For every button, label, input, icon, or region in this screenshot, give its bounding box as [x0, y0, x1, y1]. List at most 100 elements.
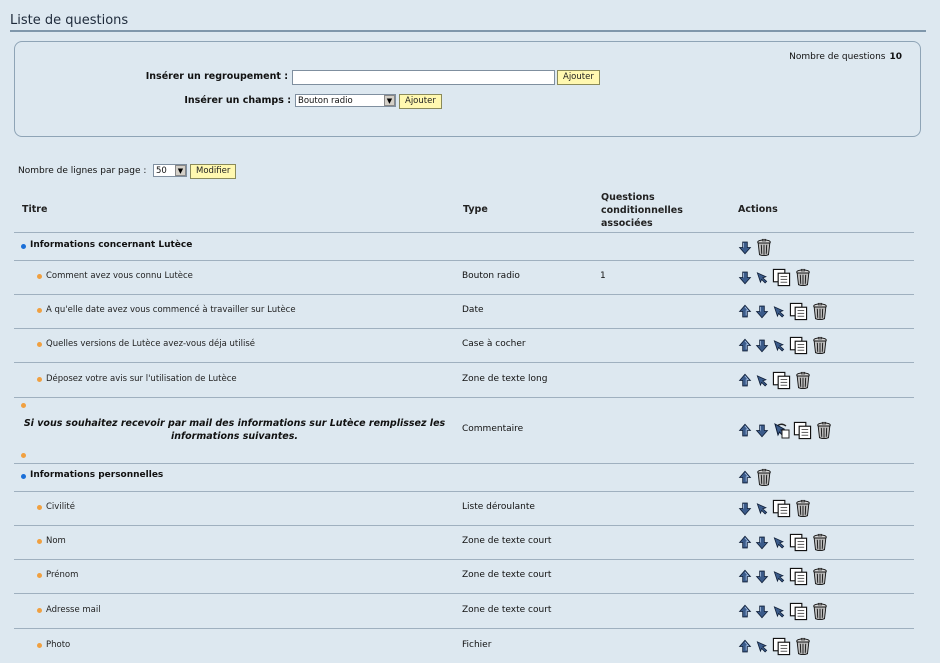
row-actions	[738, 498, 812, 518]
move-cursor-icon[interactable]	[772, 569, 786, 584]
item-bullet-icon	[37, 342, 42, 347]
move-out-icon[interactable]	[772, 421, 790, 439]
arrow-down-icon[interactable]	[755, 604, 769, 619]
group-bullet-icon	[21, 244, 26, 249]
copy-icon[interactable]	[772, 499, 791, 518]
arrow-up-icon[interactable]	[738, 639, 752, 654]
row-actions	[738, 370, 812, 390]
question-count: Nombre de questions 10	[789, 52, 902, 62]
title-divider	[10, 30, 926, 32]
copy-icon[interactable]	[789, 602, 808, 621]
copy-icon[interactable]	[789, 336, 808, 355]
question-row: Nom Zone de texte court	[0, 525, 940, 559]
trash-icon[interactable]	[794, 499, 812, 518]
trash-icon[interactable]	[811, 336, 829, 355]
page-title: Liste de questions	[10, 13, 129, 28]
chevron-down-icon[interactable]: ▼	[384, 95, 395, 106]
lines-per-page-value: 50	[156, 166, 167, 176]
question-title[interactable]: Nom	[46, 536, 66, 546]
arrow-down-icon[interactable]	[738, 501, 752, 516]
add-field-button[interactable]: Ajouter	[399, 94, 442, 109]
trash-icon[interactable]	[755, 238, 773, 257]
question-title[interactable]: Quelles versions de Lutèce avez-vous déj…	[46, 339, 255, 349]
arrow-down-icon[interactable]	[755, 338, 769, 353]
question-row: Adresse mail Zone de texte court	[0, 593, 940, 628]
question-type: Commentaire	[462, 424, 524, 434]
copy-icon[interactable]	[772, 268, 791, 287]
header-actions: Actions	[738, 204, 778, 215]
question-type: Zone de texte court	[462, 570, 552, 580]
move-cursor-icon[interactable]	[772, 338, 786, 353]
insert-group-input[interactable]	[292, 70, 555, 85]
modify-button[interactable]: Modifier	[190, 164, 237, 179]
question-type: Liste déroulante	[462, 502, 535, 512]
question-title[interactable]: Civilité	[46, 502, 75, 512]
move-cursor-icon[interactable]	[755, 501, 769, 516]
trash-icon[interactable]	[794, 268, 812, 287]
trash-icon[interactable]	[794, 637, 812, 656]
arrow-down-icon[interactable]	[755, 304, 769, 319]
row-actions	[738, 301, 829, 321]
copy-icon[interactable]	[789, 533, 808, 552]
question-row: Civilité Liste déroulante	[0, 491, 940, 525]
arrow-down-icon[interactable]	[755, 535, 769, 550]
copy-icon[interactable]	[772, 371, 791, 390]
question-type: Fichier	[462, 640, 492, 650]
arrow-up-icon[interactable]	[738, 423, 752, 438]
row-actions	[738, 267, 812, 287]
insert-field-label: Insérer un champs :	[184, 95, 291, 106]
add-group-button[interactable]: Ajouter	[557, 70, 600, 85]
arrow-up-icon[interactable]	[738, 470, 752, 485]
move-cursor-icon[interactable]	[772, 604, 786, 619]
arrow-down-icon[interactable]	[755, 423, 769, 438]
question-title[interactable]: Déposez votre avis sur l'utilisation de …	[46, 374, 237, 384]
row-actions	[738, 532, 829, 552]
question-title[interactable]: A qu'elle date avez vous commencé à trav…	[46, 305, 296, 315]
row-actions	[738, 636, 812, 656]
group-row: Informations personnelles	[0, 463, 940, 491]
field-type-select[interactable]: Bouton radio ▼	[295, 94, 396, 107]
group-title: Informations personnelles	[30, 470, 164, 480]
question-type: Date	[462, 305, 484, 315]
group-title: Informations concernant Lutèce	[30, 240, 193, 250]
trash-icon[interactable]	[815, 421, 833, 440]
chevron-down-icon[interactable]: ▼	[175, 165, 186, 176]
conditional-count: 1	[600, 271, 606, 281]
arrow-up-icon[interactable]	[738, 338, 752, 353]
arrow-up-icon[interactable]	[738, 304, 752, 319]
move-cursor-icon[interactable]	[772, 535, 786, 550]
trash-icon[interactable]	[811, 567, 829, 586]
arrow-up-icon[interactable]	[738, 569, 752, 584]
item-bullet-icon	[37, 377, 42, 382]
lines-per-page-select[interactable]: 50 ▼	[153, 164, 187, 177]
copy-icon[interactable]	[772, 637, 791, 656]
item-bullet-icon	[37, 539, 42, 544]
trash-icon[interactable]	[811, 302, 829, 321]
move-cursor-icon[interactable]	[755, 270, 769, 285]
move-cursor-icon[interactable]	[772, 304, 786, 319]
arrow-down-icon[interactable]	[738, 240, 752, 255]
question-title[interactable]: Photo	[46, 640, 70, 650]
trash-icon[interactable]	[794, 371, 812, 390]
arrow-down-icon[interactable]	[755, 569, 769, 584]
move-cursor-icon[interactable]	[755, 639, 769, 654]
trash-icon[interactable]	[811, 533, 829, 552]
arrow-down-icon[interactable]	[738, 270, 752, 285]
trash-icon[interactable]	[811, 602, 829, 621]
copy-icon[interactable]	[789, 302, 808, 321]
item-bullet-icon	[37, 643, 42, 648]
header-title: Titre	[22, 204, 48, 215]
arrow-up-icon[interactable]	[738, 535, 752, 550]
question-title[interactable]: Comment avez vous connu Lutèce	[46, 271, 193, 281]
move-cursor-icon[interactable]	[755, 373, 769, 388]
copy-icon[interactable]	[793, 421, 812, 440]
question-type: Zone de texte long	[462, 374, 548, 384]
question-row: Prénom Zone de texte court	[0, 559, 940, 593]
question-title[interactable]: Prénom	[46, 570, 78, 580]
trash-icon[interactable]	[755, 468, 773, 487]
arrow-up-icon[interactable]	[738, 373, 752, 388]
copy-icon[interactable]	[789, 567, 808, 586]
arrow-up-icon[interactable]	[738, 604, 752, 619]
question-row: Quelles versions de Lutèce avez-vous déj…	[0, 328, 940, 362]
question-title[interactable]: Adresse mail	[46, 605, 101, 615]
